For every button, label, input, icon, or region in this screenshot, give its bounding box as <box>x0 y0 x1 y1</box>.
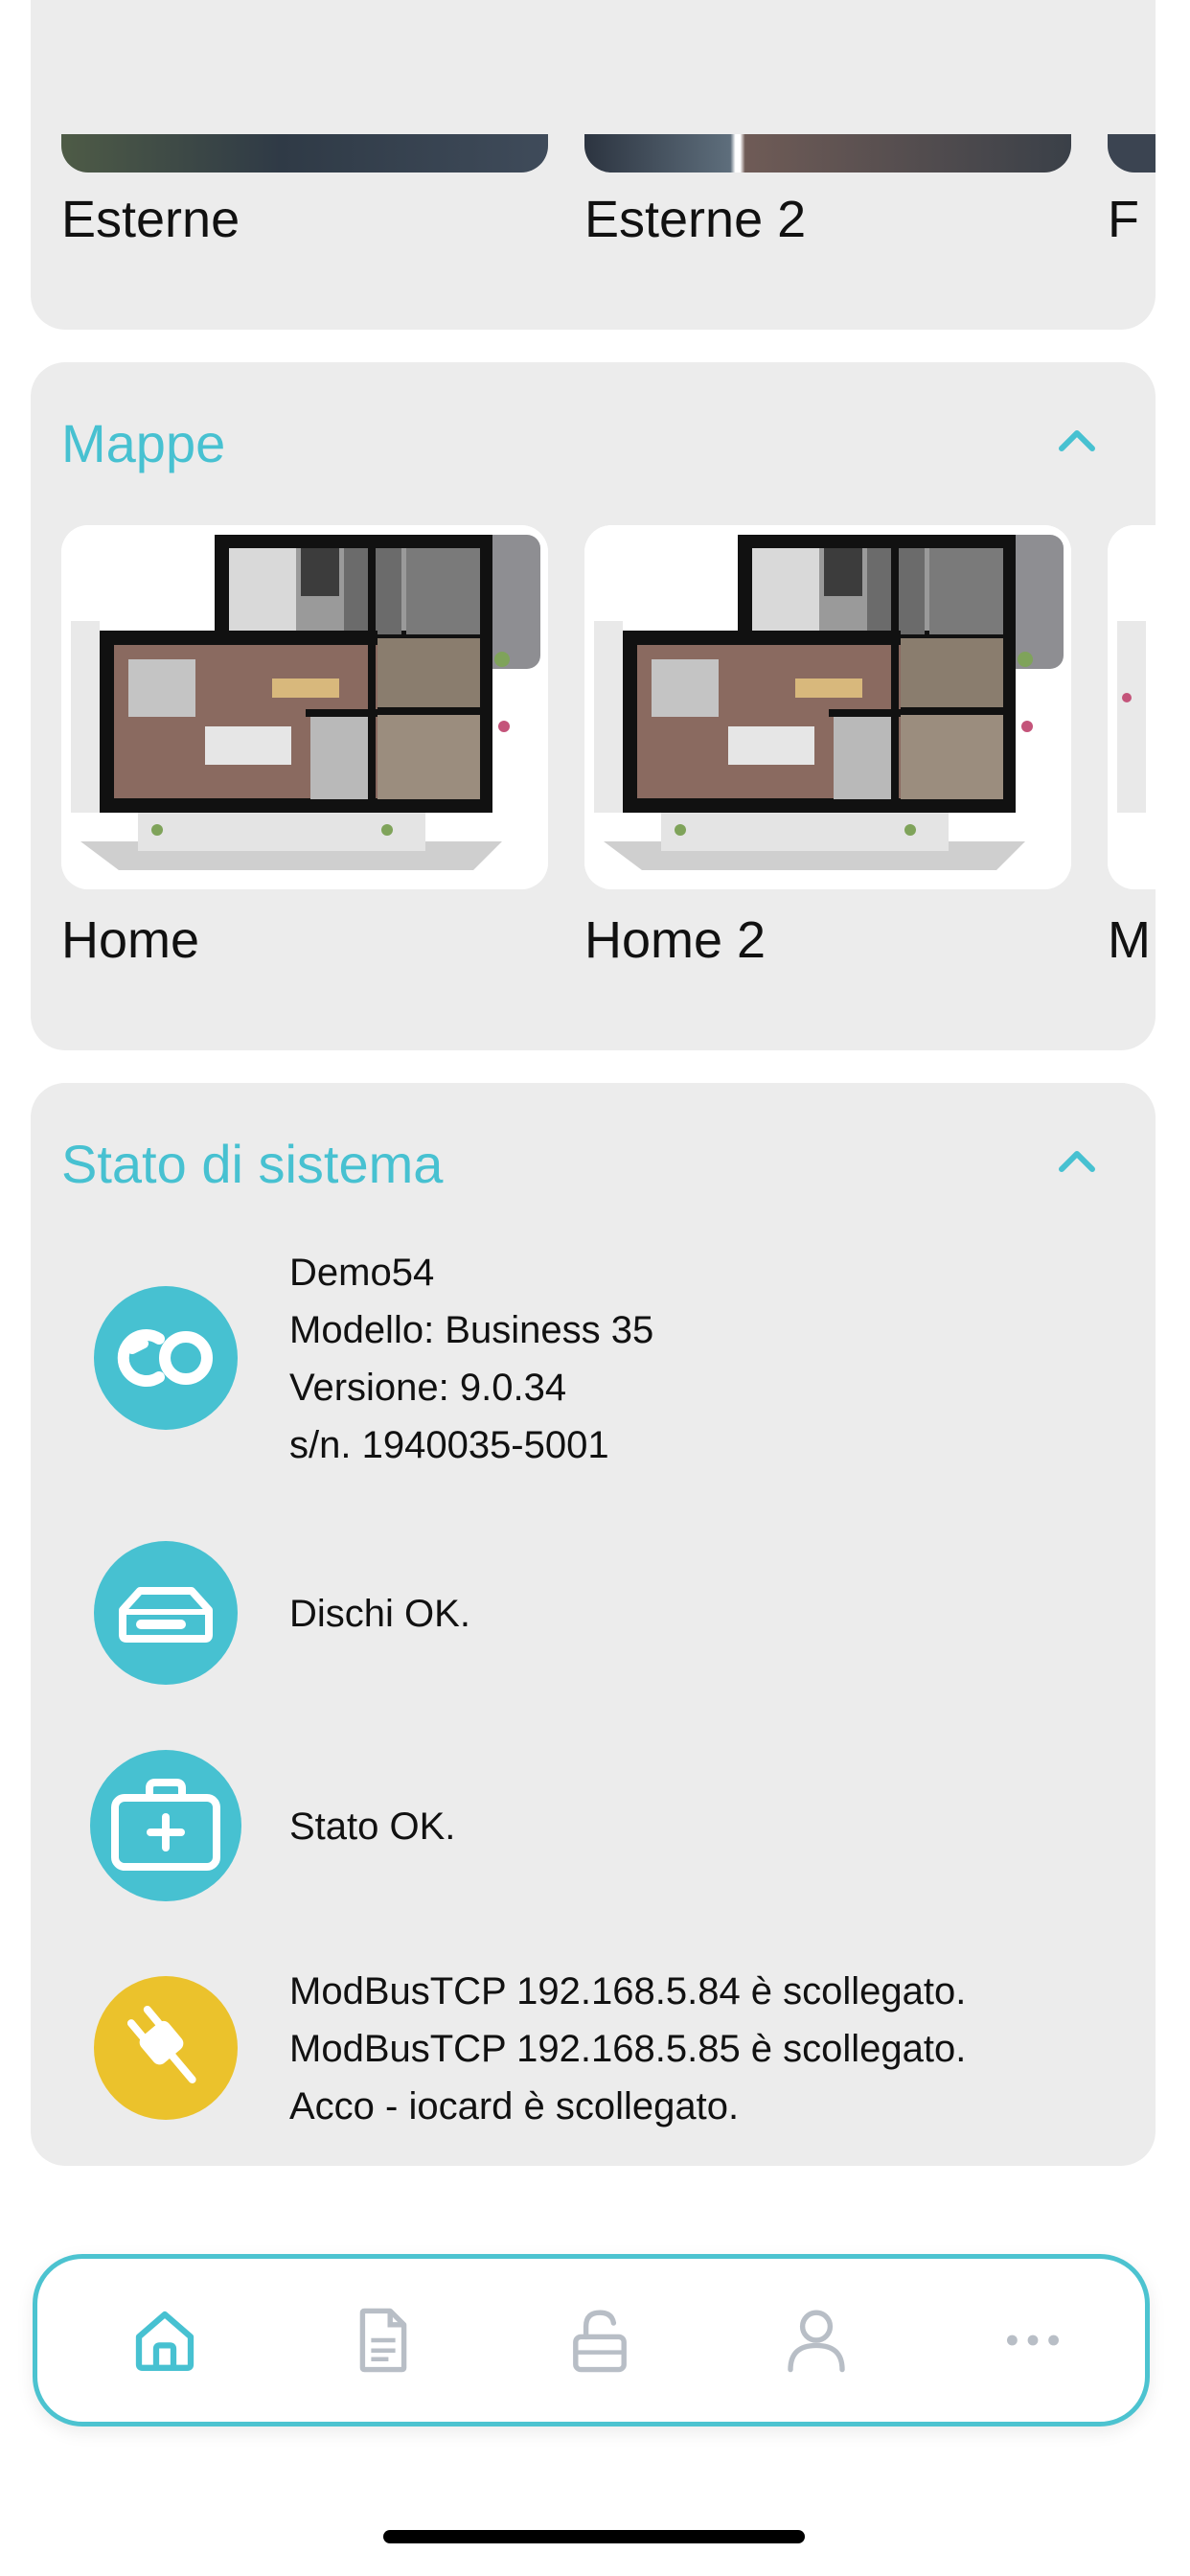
map-label-home-2: Home 2 <box>584 911 767 969</box>
connection-status-item: Acco - iocard è scollegato. <box>289 2085 740 2128</box>
system-status-title[interactable]: Stato di sistema <box>61 1133 443 1195</box>
device-version: Versione: 9.0.34 <box>289 1367 567 1409</box>
tab-lock[interactable] <box>557 2297 643 2383</box>
connection-status-item: ModBusTCP 192.168.5.85 è scollegato. <box>289 2028 967 2070</box>
disk-drive-icon <box>94 1541 238 1685</box>
map-label-home: Home <box>61 911 200 969</box>
home-indicator[interactable] <box>383 2530 805 2543</box>
user-icon <box>788 2310 845 2373</box>
floor-plan-image <box>584 525 1071 889</box>
tab-documents[interactable] <box>340 2297 426 2383</box>
tab-home[interactable] <box>122 2297 208 2383</box>
connection-status-item: ModBusTCP 192.168.5.84 è scollegato. <box>289 1970 967 2012</box>
disks-status: Dischi OK. <box>289 1593 470 1635</box>
camera-label-esterne-2: Esterne 2 <box>584 191 807 248</box>
tab-more[interactable] <box>990 2297 1076 2383</box>
device-model: Modello: Business 35 <box>289 1309 654 1351</box>
chevron-up-icon[interactable] <box>1054 418 1100 464</box>
camera-thumbnail-esterne[interactable] <box>61 134 548 172</box>
document-icon <box>359 2308 407 2373</box>
camera-thumbnail-esterne-2[interactable] <box>584 134 1071 172</box>
bottom-tab-bar <box>33 2254 1150 2426</box>
map-thumbnail-home[interactable] <box>61 525 548 889</box>
cameras-card: Esterne Esterne 2 F <box>31 0 1156 330</box>
more-icon <box>1007 2334 1059 2346</box>
tab-user[interactable] <box>773 2297 859 2383</box>
floor-plan-image <box>1108 525 1156 889</box>
chevron-up-icon[interactable] <box>1054 1138 1100 1184</box>
map-label-third: M <box>1108 911 1151 969</box>
lock-open-icon <box>573 2310 627 2373</box>
map-thumbnail-home-2[interactable] <box>584 525 1071 889</box>
connection-status-list: ModBusTCP 192.168.5.84 è scollegato. Mod… <box>289 1963 966 2135</box>
map-thumbnail-third[interactable] <box>1108 525 1156 889</box>
camera-thumbnail-third[interactable] <box>1108 134 1156 172</box>
device-serial: s/n. 1940035-5001 <box>289 1424 609 1466</box>
medical-kit-icon <box>90 1750 241 1901</box>
system-status-card: Stato di sistema Demo54 Modello: Busines… <box>31 1083 1156 2166</box>
maps-title[interactable]: Mappe <box>61 412 225 474</box>
maps-card: Mappe Home Home 2 M <box>31 362 1156 1050</box>
device-info: Demo54 Modello: Business 35 Versione: 9.… <box>289 1244 653 1474</box>
home-icon <box>135 2311 195 2371</box>
device-name: Demo54 <box>289 1252 435 1294</box>
floor-plan-image <box>61 525 548 889</box>
general-status: Stato OK. <box>289 1806 456 1848</box>
plug-icon <box>94 1976 238 2120</box>
camera-label-esterne: Esterne <box>61 191 240 248</box>
device-logo-icon <box>94 1286 238 1430</box>
camera-label-third: F <box>1108 191 1139 248</box>
